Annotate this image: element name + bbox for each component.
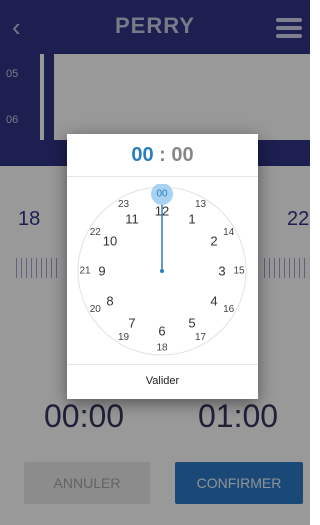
time-picker-dialog: 00 : 00 12 1 2 3 4 5 6 7 8 9 10 11 00 13 14 15 16 17 18 19 2…	[67, 134, 258, 399]
clock-hour-12h[interactable]: 3	[218, 264, 225, 279]
validate-button[interactable]: Valider	[67, 375, 258, 387]
clock-hour-12h[interactable]: 10	[103, 234, 117, 249]
clock-hour-12h[interactable]: 8	[106, 294, 113, 309]
clock-hour-12h[interactable]: 4	[210, 294, 217, 309]
minute-display[interactable]: 00	[171, 144, 193, 166]
clock-face-wrapper: 12 1 2 3 4 5 6 7 8 9 10 11 00 13 14 15 16 17 18 19 20 21 22 23	[75, 183, 249, 358]
clock-hour-12h[interactable]: 11	[125, 212, 139, 227]
clock-hour-12h[interactable]: 5	[188, 315, 195, 330]
clock-hour-24h[interactable]: 23	[118, 199, 130, 210]
clock-hour-12h[interactable]: 12	[155, 204, 169, 219]
clock-hour-24h[interactable]: 18	[156, 343, 168, 354]
clock-hour-24h[interactable]: 14	[223, 227, 235, 238]
clock-hour-12h[interactable]: 2	[210, 234, 217, 249]
time-readout: 00 : 00	[67, 144, 258, 167]
clock-hour-24h[interactable]: 16	[223, 304, 235, 315]
clock-hour-12h[interactable]: 9	[98, 264, 105, 279]
clock-hour-12h[interactable]: 6	[158, 324, 165, 339]
hour-display[interactable]: 00	[131, 144, 153, 166]
clock-face[interactable]: 121234567891011001314151617181920212223	[75, 183, 249, 358]
clock-hour-24h[interactable]: 20	[90, 304, 102, 315]
clock-hour-24h[interactable]: 17	[195, 332, 207, 343]
clock-hour-12h[interactable]: 1	[188, 212, 195, 227]
time-picker-footer: Valider	[67, 364, 258, 400]
clock-hour-24h[interactable]: 13	[195, 199, 207, 210]
time-picker-header: 00 : 00	[67, 134, 258, 177]
clock-hour-12h[interactable]: 7	[128, 315, 135, 330]
clock-center-dot	[160, 269, 164, 273]
clock-hour-24h[interactable]: 21	[79, 266, 91, 277]
time-separator: :	[159, 144, 166, 166]
clock-hour-24h[interactable]: 00	[156, 189, 168, 200]
clock-hour-24h[interactable]: 15	[233, 266, 245, 277]
clock-hour-24h[interactable]: 22	[90, 227, 102, 238]
clock-hour-24h[interactable]: 19	[118, 332, 130, 343]
